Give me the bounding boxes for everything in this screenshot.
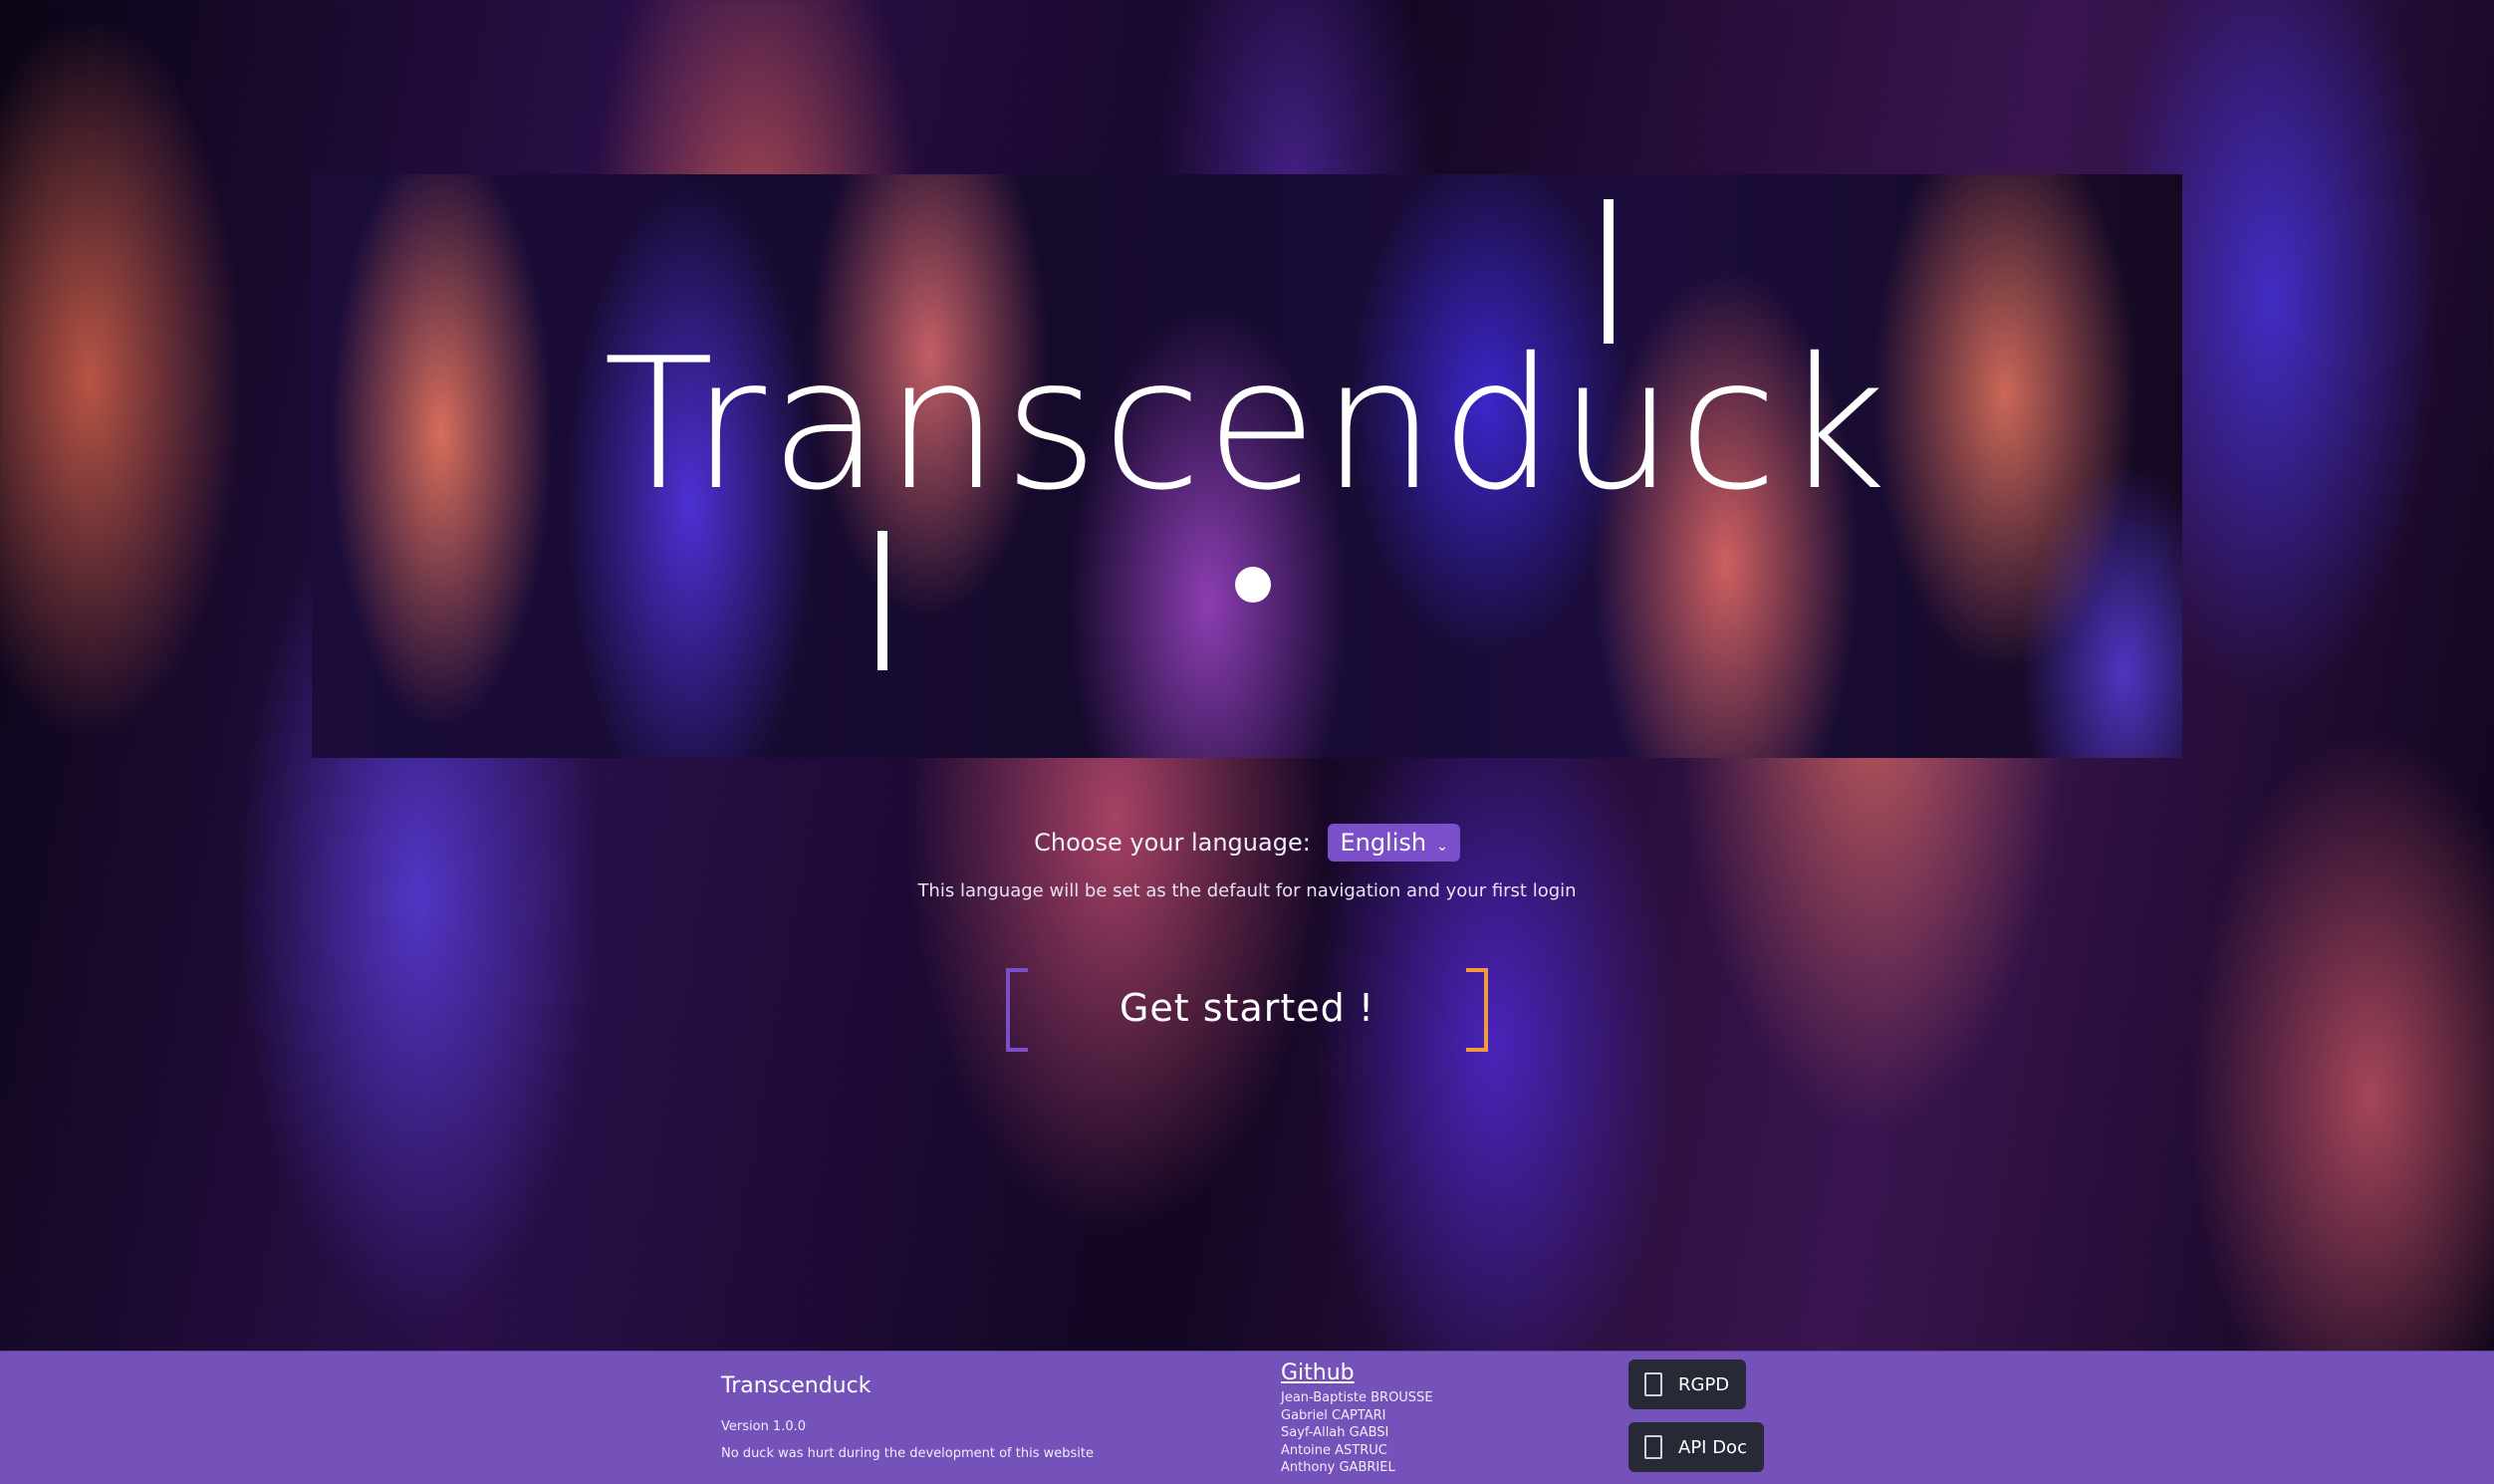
get-started-button[interactable]: Get started !: [1006, 968, 1488, 1052]
contributor-name: Jean-Baptiste BROUSSE: [1281, 1390, 1433, 1405]
chevron-down-icon: ⌄: [1436, 839, 1448, 855]
contributors-list: Jean-Baptiste BROUSSE Gabriel CAPTARI Sa…: [1281, 1389, 1433, 1477]
gdpr-document-icon: [1644, 1372, 1662, 1396]
contributor-name: Antoine ASTRUC: [1281, 1442, 1387, 1458]
api-doc-button-label: API Doc: [1678, 1436, 1747, 1458]
contributor-name: Gabriel CAPTARI: [1281, 1407, 1386, 1423]
language-select[interactable]: English ⌄: [1328, 824, 1460, 862]
api-document-icon: [1644, 1435, 1662, 1459]
decorative-bar-bottom: [877, 531, 887, 670]
contributor-name: Sayf-Allah GABSI: [1281, 1425, 1389, 1440]
footer-brand: Transcenduck: [721, 1373, 872, 1398]
language-note: This language will be set as the default…: [917, 880, 1577, 901]
api-doc-button[interactable]: API Doc: [1628, 1422, 1764, 1472]
footer-version: Version 1.0.0: [721, 1419, 807, 1434]
language-chooser: Choose your language: English ⌄: [0, 824, 2494, 862]
right-bracket-decoration: [1466, 968, 1488, 1052]
footer: Transcenduck Version 1.0.0 No duck was h…: [0, 1351, 2494, 1484]
hero-title: Transcenduck: [603, 319, 1891, 530]
footer-tagline: No duck was hurt during the development …: [721, 1446, 1094, 1461]
language-select-value: English: [1340, 829, 1427, 857]
get-started-label: Get started !: [1119, 986, 1375, 1030]
github-link[interactable]: Github: [1281, 1360, 1355, 1385]
language-label: Choose your language:: [1034, 829, 1311, 857]
rgpd-button[interactable]: RGPD: [1628, 1360, 1746, 1409]
decorative-dot: [1235, 567, 1271, 603]
contributor-name: Anthony GABRIEL: [1281, 1460, 1395, 1475]
rgpd-button-label: RGPD: [1678, 1373, 1730, 1395]
hero-banner: Transcenduck: [312, 174, 2182, 758]
